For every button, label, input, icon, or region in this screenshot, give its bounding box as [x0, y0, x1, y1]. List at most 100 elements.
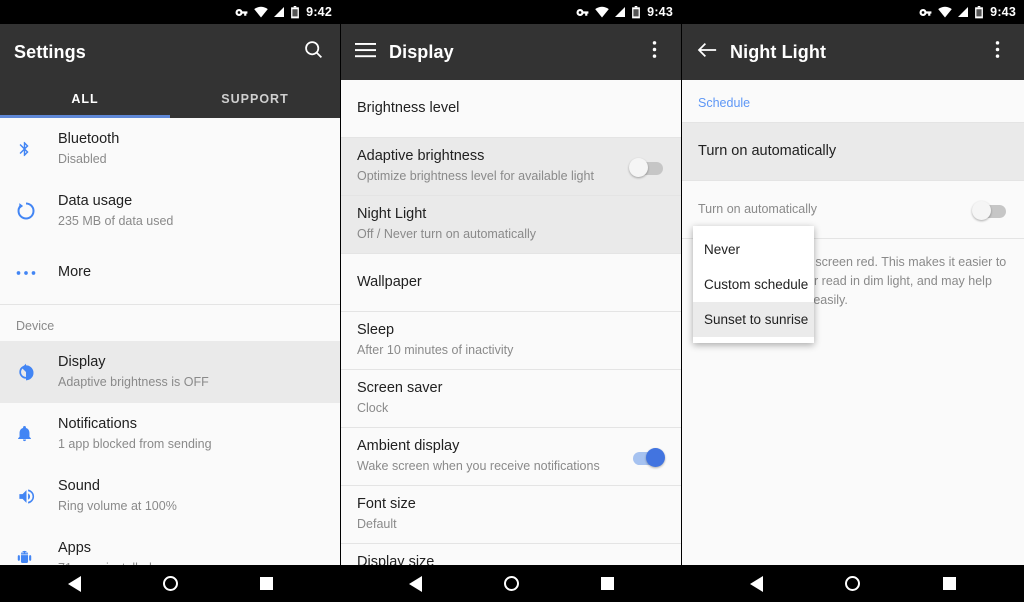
ambient-display-toggle[interactable]: [629, 447, 665, 467]
dropdown-option-sunset-to-sunrise[interactable]: Sunset to sunrise: [693, 302, 814, 337]
list-item-adaptive-brightness[interactable]: Adaptive brightness Optimize brightness …: [341, 138, 681, 195]
toggle-knob: [972, 200, 991, 220]
hamburger-menu-icon: [355, 42, 376, 63]
list-item-data-usage[interactable]: Data usage 235 MB of data used: [0, 180, 340, 242]
more-icon: [16, 270, 58, 276]
nav-recents-button[interactable]: [587, 577, 627, 590]
night-light-status-toggle[interactable]: [972, 200, 1008, 220]
nav-back-button[interactable]: [736, 575, 776, 592]
wifi-icon: [254, 6, 268, 18]
tab-support[interactable]: SUPPORT: [170, 80, 340, 118]
list-item-text: Brightness level: [357, 99, 665, 119]
turn-on-automatically-dropdown[interactable]: Never Custom schedule Sunset to sunrise: [693, 226, 814, 343]
list-item-more[interactable]: More: [0, 242, 340, 304]
list-item-title: Adaptive brightness: [357, 148, 485, 165]
tab-all[interactable]: ALL: [0, 80, 170, 118]
brightness-icon: [16, 362, 58, 382]
toggle-knob: [646, 447, 665, 467]
list-item-wallpaper[interactable]: Wallpaper: [341, 254, 681, 311]
list-item-text: Turn on automatically: [698, 142, 1008, 162]
list-item-text: Apps 71 apps installed: [58, 539, 324, 565]
list-item-title: Font size: [357, 496, 416, 513]
navigation-bar: [341, 565, 681, 602]
overflow-menu-icon: [995, 39, 1000, 65]
list-item-turn-on-automatically[interactable]: Turn on automatically: [682, 123, 1024, 180]
list-item-text: Font size Default: [357, 495, 665, 533]
overflow-menu-button[interactable]: [641, 39, 667, 65]
vpn-key-icon: [235, 6, 249, 19]
list-item-subtitle: Ring volume at 100%: [58, 498, 177, 513]
recents-icon: [259, 577, 273, 590]
search-icon: [303, 39, 324, 65]
nav-home-button[interactable]: [833, 576, 873, 591]
list-item-title: Night Light: [357, 206, 427, 223]
back-button[interactable]: [696, 41, 730, 64]
list-item-ambient-display[interactable]: Ambient display Wake screen when you rec…: [341, 428, 681, 485]
list-item-screen-saver[interactable]: Screen saver Clock: [341, 370, 681, 427]
list-item-subtitle: Off / Never turn on automatically: [357, 227, 537, 242]
list-item-brightness-level[interactable]: Brightness level: [341, 80, 681, 137]
list-item-subtitle: 71 apps installed: [58, 560, 324, 565]
list-item-notifications[interactable]: Notifications 1 app blocked from sending: [0, 403, 340, 465]
volume-icon: [16, 487, 58, 506]
overflow-menu-button[interactable]: [984, 39, 1010, 65]
nav-recents-button[interactable]: [246, 577, 286, 590]
hamburger-menu-button[interactable]: [355, 42, 389, 63]
list-item-text: Bluetooth Disabled: [58, 130, 324, 168]
list-item-display[interactable]: Display Adaptive brightness is OFF: [0, 341, 340, 403]
list-item-title: Display: [58, 353, 106, 370]
display-settings-list[interactable]: Brightness level Adaptive brightness Opt…: [341, 80, 681, 565]
adaptive-brightness-toggle[interactable]: [629, 157, 665, 177]
phone-screen-display: 9:43 Display Brightness level Adaptive b…: [341, 0, 682, 602]
data-usage-icon: [16, 201, 58, 221]
settings-list[interactable]: Bluetooth Disabled Data usage 235 MB of …: [0, 118, 340, 565]
nav-back-button[interactable]: [54, 575, 94, 592]
app-bar-display: Display: [341, 24, 681, 80]
list-item-display-size[interactable]: Display size Default: [341, 544, 681, 565]
list-item-text: Data usage 235 MB of data used: [58, 192, 324, 230]
overflow-menu-icon: [652, 39, 657, 65]
status-bar-clock: 9:43: [990, 5, 1016, 19]
home-icon: [503, 576, 519, 591]
list-item-text: Wallpaper: [357, 273, 665, 293]
search-button[interactable]: [300, 39, 326, 65]
night-light-list[interactable]: Schedule Turn on automatically Turn on a…: [682, 80, 1024, 565]
list-item-subtitle: 235 MB of data used: [58, 213, 174, 228]
recents-icon: [600, 577, 614, 590]
list-item-bluetooth[interactable]: Bluetooth Disabled: [0, 118, 340, 180]
wifi-icon: [595, 6, 609, 18]
status-bar-clock: 9:43: [647, 5, 673, 19]
list-item-sound[interactable]: Sound Ring volume at 100%: [0, 465, 340, 527]
dropdown-option-never[interactable]: Never: [693, 232, 814, 267]
page-title: Display: [389, 41, 454, 62]
dropdown-option-custom-schedule[interactable]: Custom schedule: [693, 267, 814, 302]
section-header-schedule: Schedule: [682, 80, 1024, 122]
list-item-text: More: [58, 263, 324, 283]
nav-recents-button[interactable]: [930, 577, 970, 590]
list-item-apps[interactable]: Apps 71 apps installed: [0, 527, 340, 565]
list-item-title: Apps: [58, 539, 92, 556]
list-item-title: Turn on automatically: [698, 142, 837, 159]
nav-home-button[interactable]: [491, 576, 531, 591]
list-item-title: Sleep: [357, 322, 395, 339]
phone-screen-settings: 9:42 Settings ALL SUPPORT Bluetooth Disa…: [0, 0, 341, 602]
status-bar: 9:43: [682, 0, 1024, 24]
nav-home-button[interactable]: [150, 576, 190, 591]
list-item-subtitle: 1 app blocked from sending: [58, 436, 212, 451]
vpn-key-icon: [576, 6, 590, 19]
nav-back-button[interactable]: [395, 575, 435, 592]
page-title: Night Light: [730, 41, 827, 62]
list-item-night-light[interactable]: Night Light Off / Never turn on automati…: [341, 196, 681, 253]
list-item-text: Screen saver Clock: [357, 379, 665, 417]
list-item-font-size[interactable]: Font size Default: [341, 486, 681, 543]
back-icon: [67, 575, 81, 592]
list-item-text: Night Light Off / Never turn on automati…: [357, 205, 665, 243]
list-item-sleep[interactable]: Sleep After 10 minutes of inactivity: [341, 312, 681, 369]
list-item-title: Sound: [58, 477, 100, 494]
list-item-title: Display size: [357, 554, 435, 565]
list-item-text: Sleep After 10 minutes of inactivity: [357, 321, 665, 359]
status-bar: 9:43: [341, 0, 681, 24]
navigation-bar: [682, 565, 1024, 602]
list-item-subtitle: Default: [357, 517, 397, 532]
list-item-text: Display Adaptive brightness is OFF: [58, 353, 324, 391]
